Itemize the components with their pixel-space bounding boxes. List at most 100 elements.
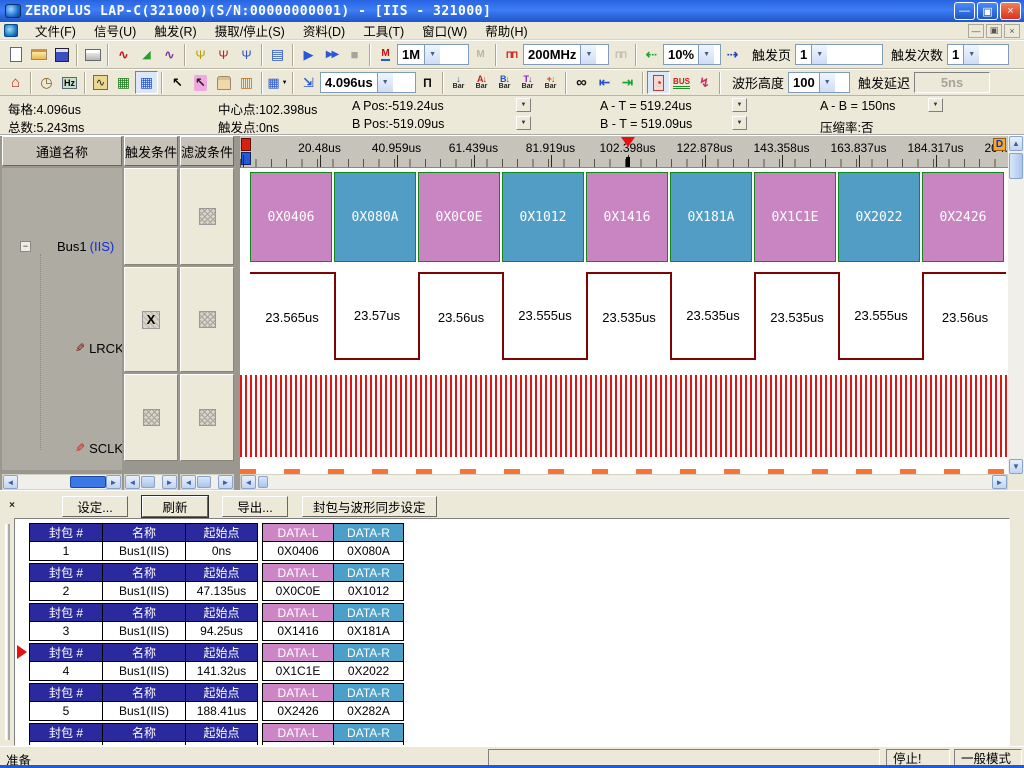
collapse-icon[interactable]: − [20, 241, 31, 252]
trigger-cell-lrck[interactable]: X [124, 267, 178, 372]
a-bar-button[interactable] [470, 71, 493, 94]
scrollbar-thumb[interactable] [197, 476, 211, 488]
select-tool-button[interactable] [166, 71, 189, 94]
filter-cell-lrck[interactable] [180, 267, 234, 372]
filter-cell-bus[interactable] [180, 168, 234, 265]
scroll-right-icon[interactable]: ► [106, 475, 121, 489]
trigger-page-combo[interactable]: 1 ▼ [795, 44, 883, 65]
packet-toolbar-button[interactable]: 封包与波形同步设定 [302, 496, 437, 517]
multi-select-tool-button[interactable] [189, 71, 212, 94]
scroll-right-icon[interactable]: ► [218, 475, 233, 489]
trigger-pos-right-button[interactable] [721, 43, 744, 66]
new-file-button[interactable] [4, 43, 27, 66]
chevron-down-icon[interactable]: ▼ [963, 45, 979, 64]
waveform-h-scrollbar[interactable]: ◄ ► [240, 474, 1008, 490]
packet-value-row[interactable]: 3 Bus1(IIS) 94.25us 0X1416 0X181A [29, 622, 405, 641]
menu-item[interactable]: 触发(R) [145, 20, 205, 41]
packet-value-row[interactable]: 2 Bus1(IIS) 47.135us 0X0C0E 0X1012 [29, 582, 405, 601]
memory-page-button[interactable] [374, 43, 397, 66]
trigger-marker-icon[interactable] [621, 137, 635, 147]
bus-data-block[interactable]: 0X080A [334, 172, 416, 262]
packet-entry[interactable]: 封包 # 名称 起始点 DATA-L DATA-R 1 Bus1(IIS) 0n… [29, 523, 405, 561]
a-minus-t-dropdown[interactable]: ▼ [732, 98, 747, 112]
filter-cell-sclk[interactable] [180, 374, 234, 461]
wave-height-combo[interactable]: 100 ▼ [788, 72, 850, 93]
trigger-property-button[interactable] [189, 43, 212, 66]
menu-item[interactable]: 摄取/停止(S) [206, 20, 294, 41]
waveform-v-scrollbar[interactable]: ▲ ▼ [1008, 136, 1024, 474]
menu-item[interactable]: 文件(F) [26, 20, 85, 41]
open-file-button[interactable] [27, 43, 50, 66]
waveform-window-button[interactable] [89, 71, 112, 94]
plus-bar-button[interactable] [539, 71, 562, 94]
chevron-down-icon[interactable]: ▼ [819, 73, 835, 92]
external-clock-button[interactable] [609, 43, 632, 66]
child-minimize-icon[interactable]: — [968, 24, 984, 38]
time-display-button[interactable] [35, 71, 58, 94]
bus-data-block[interactable]: 0X181A [670, 172, 752, 262]
bus-channel-row[interactable]: − Bus1 (IIS) [2, 238, 122, 254]
scroll-left-icon[interactable]: ◄ [3, 475, 18, 489]
pulse-search-button[interactable] [416, 71, 439, 94]
bus-waveform-row[interactable]: 0X04060X080A0X0C0E0X10120X14160X181A0X1C… [240, 168, 1008, 266]
chevron-down-icon[interactable]: ▼ [811, 45, 827, 64]
b-bar-button[interactable] [493, 71, 516, 94]
grid-toggle-button[interactable] [135, 71, 158, 94]
lrck-waveform-row[interactable]: 23.565us23.57us23.56us23.555us23.535us23… [240, 266, 1008, 372]
bus-data-block[interactable]: 0X2022 [838, 172, 920, 262]
save-button[interactable] [50, 43, 73, 66]
scroll-right-icon[interactable]: ► [992, 475, 1007, 489]
scroll-left-icon[interactable]: ◄ [125, 475, 140, 489]
sclk-channel-row[interactable]: SCLK [2, 440, 122, 456]
trigger-mark-button[interactable] [212, 43, 235, 66]
packet-value-row[interactable]: 4 Bus1(IIS) 141.32us 0X1C1E 0X2022 [29, 662, 405, 681]
clock-view-button[interactable] [647, 71, 670, 94]
packet-panel-close-icon[interactable]: × [6, 500, 18, 512]
scroll-down-icon[interactable]: ▼ [1009, 459, 1023, 474]
a-pos-dropdown[interactable]: ▼ [516, 98, 531, 112]
time-div-combo[interactable]: 4.096us ▼ [320, 72, 416, 93]
chevron-down-icon[interactable]: ▼ [698, 45, 714, 64]
panel-grip[interactable] [5, 524, 10, 740]
b-pos-dropdown[interactable]: ▼ [516, 116, 531, 130]
zoom-fit-button[interactable] [297, 71, 320, 94]
bus-data-block[interactable]: 0X1416 [586, 172, 668, 262]
internal-clock-button[interactable] [500, 43, 523, 66]
navigate-home-button[interactable] [4, 71, 27, 94]
trigger-cell-bus[interactable] [124, 168, 178, 265]
go-to-end-button[interactable] [616, 71, 639, 94]
repeat-run-button[interactable] [320, 43, 343, 66]
packet-value-row[interactable]: 5 Bus1(IIS) 188.41us 0X2426 0X282A [29, 702, 405, 721]
bus-data-block[interactable]: 0X2426 [922, 172, 1004, 262]
close-icon[interactable]: × [1000, 2, 1021, 20]
trigger-position-combo[interactable]: 10% ▼ [663, 44, 721, 65]
chevron-down-icon[interactable]: ▼ [424, 45, 440, 64]
signal-edit-button[interactable] [158, 43, 181, 66]
scrollbar-thumb[interactable] [1009, 153, 1023, 179]
channel-panel-scrollbar[interactable]: ◄ ► [2, 474, 122, 490]
packet-entry[interactable]: 封包 # 名称 起始点 DATA-L DATA-R 6 Bus1(IIS) 23… [29, 723, 405, 746]
scroll-left-icon[interactable]: ◄ [241, 475, 256, 489]
frequency-display-button[interactable] [58, 71, 81, 94]
statistics-button[interactable] [235, 71, 258, 94]
trigger-pos-left-button[interactable] [640, 43, 663, 66]
run-button[interactable] [297, 43, 320, 66]
packet-entry[interactable]: 封包 # 名称 起始点 DATA-L DATA-R 5 Bus1(IIS) 18… [29, 683, 405, 721]
menu-item[interactable]: 信号(U) [85, 20, 145, 41]
waveform-canvas[interactable]: 20.48us40.959us61.439us81.919us102.398us… [240, 136, 1008, 474]
menu-item[interactable]: 窗口(W) [413, 20, 476, 41]
search-button[interactable] [570, 71, 593, 94]
packet-entry[interactable]: 封包 # 名称 起始点 DATA-L DATA-R 3 Bus1(IIS) 94… [29, 603, 405, 641]
lrck-channel-row[interactable]: LRCK [2, 340, 122, 356]
trigger-count-combo[interactable]: 1 ▼ [947, 44, 1009, 65]
scroll-right-icon[interactable]: ► [162, 475, 177, 489]
sclk-waveform-row[interactable] [240, 372, 1008, 460]
bus-view-button[interactable] [670, 71, 693, 94]
chevron-down-icon[interactable]: ▼ [580, 45, 596, 64]
sample-rate-combo[interactable]: 200MHz ▼ [523, 44, 609, 65]
glitch-view-button[interactable] [693, 71, 716, 94]
a-minus-b-dropdown[interactable]: ▼ [928, 98, 943, 112]
listing-window-button[interactable] [112, 71, 135, 94]
hand-tool-button[interactable] [212, 71, 235, 94]
packet-entry[interactable]: 封包 # 名称 起始点 DATA-L DATA-R 4 Bus1(IIS) 14… [29, 643, 405, 681]
